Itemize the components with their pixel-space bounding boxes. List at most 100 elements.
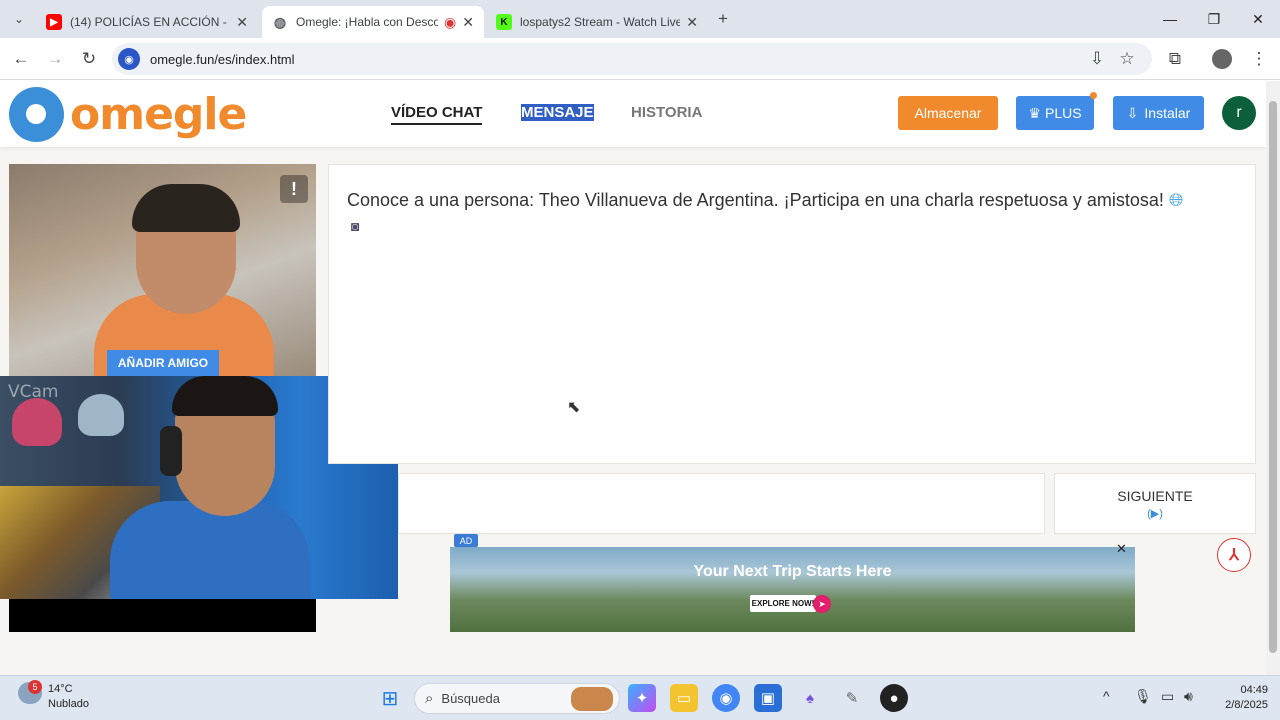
close-tab-icon[interactable]: ✕	[236, 14, 248, 31]
add-friend-button[interactable]: AÑADIR AMIGO	[107, 350, 219, 376]
tab-kick[interactable]: K lospatys2 Stream - Watch Live o ✕	[486, 6, 708, 38]
bookmark-star-icon[interactable]: ☆	[1114, 46, 1140, 72]
taskbar-search[interactable]: ⌕ Búsqueda	[414, 683, 620, 714]
pdf-icon[interactable]: ⅄	[1217, 538, 1251, 572]
nav-video-chat[interactable]: VÍDEO CHAT	[391, 104, 483, 125]
web-page: omegle VÍDEO CHAT MENSAJE HISTORIA Almac…	[0, 81, 1266, 675]
weather-temp: 14°C	[48, 683, 73, 695]
recording-icon: ◉	[444, 13, 457, 30]
browser-tab-strip: ⌄ ▶ (14) POLICÍAS EN ACCIÓN - Pro ✕ ◍ Om…	[0, 0, 1280, 38]
back-icon[interactable]: ←	[8, 46, 34, 72]
tab-title: (14) POLICÍAS EN ACCIÓN - Pro	[70, 15, 230, 29]
download-icon: ⇩	[1126, 104, 1139, 121]
cloud-icon: 5	[18, 680, 42, 704]
close-window-icon[interactable]: ✕	[1236, 0, 1280, 38]
restore-icon[interactable]: ❐	[1192, 0, 1236, 38]
mouse-cursor-icon: ⬉	[567, 399, 581, 416]
forward-icon[interactable]: →	[42, 46, 68, 72]
headset	[160, 426, 182, 476]
network-icon[interactable]: ▭	[1161, 688, 1174, 705]
store-label: Almacenar	[914, 105, 982, 121]
scrollbar-thumb[interactable]	[1269, 101, 1277, 653]
globe-icon: ◍	[273, 13, 287, 30]
plus-label: PLUS	[1044, 105, 1082, 121]
ad-close-icon[interactable]: ✕	[1116, 541, 1127, 557]
file-explorer-icon[interactable]: ▭	[670, 684, 698, 712]
search-icon: ⌕	[425, 690, 434, 707]
next-label: SIGUIENTE	[1117, 487, 1193, 504]
install-button[interactable]: ⇩ Instalar	[1113, 96, 1204, 130]
intro-message-text: Conoce a una persona: Theo Villanueva de…	[347, 190, 1164, 210]
install-label: Instalar	[1144, 105, 1191, 121]
nav-historia[interactable]: HISTORIA	[631, 104, 702, 121]
youtube-icon: ▶	[46, 14, 62, 30]
play-icon: (▶)	[1147, 507, 1163, 520]
search-highlight-image	[571, 687, 613, 711]
store-button[interactable]: Almacenar	[898, 96, 998, 130]
plus-button[interactable]: ♛ PLUS	[1016, 92, 1097, 130]
volume-icon[interactable]: 🔊︎	[1184, 688, 1193, 705]
stranger-video: !	[9, 164, 316, 376]
windows-start-icon[interactable]: ⊞	[376, 684, 404, 712]
tab-omegle[interactable]: ◍ Omegle: ¡Habla con Descon ◉ ✕	[262, 6, 484, 38]
vcam-watermark: VCam	[8, 382, 59, 402]
user-avatar[interactable]: r	[1222, 96, 1256, 130]
omnibox[interactable]: ◉ omegle.fun/es/index.html	[112, 43, 1152, 75]
weather-condition: Nublado	[48, 698, 89, 710]
tab-title: Omegle: ¡Habla con Descon	[296, 15, 439, 29]
tab-youtube[interactable]: ▶ (14) POLICÍAS EN ACCIÓN - Pro ✕	[36, 6, 258, 38]
close-tab-icon[interactable]: ✕	[686, 14, 698, 31]
logo-icon	[9, 87, 64, 142]
install-app-icon[interactable]: ⇩	[1084, 46, 1110, 72]
close-tab-icon[interactable]: ✕	[462, 14, 474, 31]
intro-message: Conoce a una persona: Theo Villanueva de…	[347, 187, 1227, 213]
ad-tag: AD	[454, 534, 478, 547]
kick-icon: K	[496, 14, 512, 30]
video-bottom-bar	[9, 599, 316, 632]
site-header: omegle VÍDEO CHAT MENSAJE HISTORIA Almac…	[0, 81, 1266, 147]
new-tab-icon[interactable]: +	[710, 6, 736, 32]
ad-cta-button[interactable]: EXPLORE NOW!	[750, 595, 816, 612]
minimize-icon[interactable]: —	[1148, 0, 1192, 38]
url-text[interactable]: omegle.fun/es/index.html	[150, 52, 295, 67]
ad-headline: Your Next Trip Starts Here	[693, 563, 892, 580]
chat-log: Conoce a una persona: Theo Villanueva de…	[328, 164, 1256, 464]
reload-icon[interactable]: ↻	[76, 46, 102, 72]
notification-dot	[1090, 92, 1097, 99]
profile-avatar[interactable]	[1212, 49, 1232, 69]
weather-badge: 5	[28, 680, 42, 694]
send-arrow-icon: ➤	[813, 595, 831, 613]
weather-widget[interactable]: 5 14°C Nublado	[18, 680, 89, 712]
game-controller-icon[interactable]: ♠	[796, 684, 824, 712]
microphone-icon[interactable]: 🎙︎	[1134, 688, 1152, 705]
page-scrollbar[interactable]	[1266, 81, 1280, 675]
clock-date: 2/8/2025	[1225, 699, 1268, 711]
tab-search-icon[interactable]: ⌄	[6, 6, 32, 32]
report-icon[interactable]: !	[280, 175, 308, 203]
address-bar: ← → ↻ ◉ omegle.fun/es/index.html ⇩ ☆ ⧉ ⋮	[0, 38, 1280, 80]
chrome-icon[interactable]: ◉	[712, 684, 740, 712]
clock-time: 04:49	[1240, 684, 1268, 696]
microsoft-store-icon[interactable]: ▣	[754, 684, 782, 712]
ad-banner[interactable]: Your Next Trip Starts Here EXPLORE NOW! …	[450, 547, 1135, 632]
stranger-person	[94, 184, 274, 376]
camera-icon: ◙	[351, 218, 360, 234]
system-clock[interactable]: 04:49 2/8/2025	[1208, 683, 1268, 713]
menu-icon[interactable]: ⋮	[1246, 46, 1272, 72]
obs-icon[interactable]: ●	[880, 684, 908, 712]
copilot-icon[interactable]: ✦	[628, 684, 656, 712]
omegle-logo[interactable]: omegle	[9, 87, 247, 142]
site-info-icon[interactable]: ◉	[118, 48, 140, 70]
windows-taskbar: 5 14°C Nublado ⊞ ⌕ Búsqueda ✦ ▭ ◉ ▣ ♠ ✎ …	[0, 675, 1280, 720]
logo-text: omegle	[70, 89, 247, 140]
show-hidden-icons-icon[interactable]: ^	[1103, 688, 1110, 704]
crown-icon: ♛	[1028, 104, 1041, 121]
extensions-icon[interactable]: ⧉	[1162, 46, 1188, 72]
tab-title: lospatys2 Stream - Watch Live o	[520, 15, 681, 29]
search-placeholder: Búsqueda	[441, 691, 500, 706]
next-button[interactable]: SIGUIENTE (▶)	[1054, 473, 1256, 534]
nav-mensaje[interactable]: MENSAJE	[521, 104, 594, 121]
gimp-icon[interactable]: ✎	[838, 684, 866, 712]
globe-icon: 🌐︎	[1168, 190, 1184, 210]
message-input[interactable]	[398, 473, 1045, 534]
